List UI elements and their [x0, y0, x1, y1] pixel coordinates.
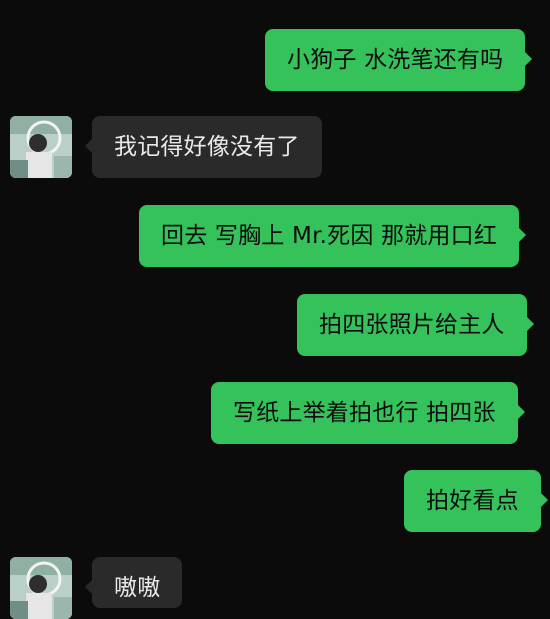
- message-text: 我记得好像没有了: [114, 134, 300, 160]
- chat-message-list[interactable]: 小狗子 水洗笔还有吗 我记得好像没有了 回去 写胸上 Mr.死因 那就用口红 拍…: [0, 0, 550, 619]
- incoming-message-bubble[interactable]: 嗷嗷: [84, 557, 183, 608]
- outgoing-message-bubble[interactable]: 回去 写胸上 Mr.死因 那就用口红: [139, 205, 527, 267]
- avatar-photo-icon: [10, 557, 72, 619]
- contact-avatar[interactable]: [10, 557, 72, 619]
- message-text: 拍四张照片给主人: [319, 312, 505, 338]
- message-text: 写纸上举着拍也行 拍四张: [233, 400, 496, 426]
- message-text: 回去 写胸上 Mr.死因 那就用口红: [161, 223, 498, 249]
- outgoing-message-bubble[interactable]: 写纸上举着拍也行 拍四张: [211, 382, 525, 444]
- message-text: 嗷嗷: [114, 575, 161, 601]
- message-text: 拍好看点: [426, 488, 519, 514]
- outgoing-message-bubble[interactable]: 小狗子 水洗笔还有吗: [265, 29, 533, 91]
- contact-avatar[interactable]: [10, 116, 72, 178]
- avatar-photo-icon: [10, 116, 72, 178]
- incoming-message-bubble[interactable]: 我记得好像没有了: [85, 116, 322, 178]
- message-text: 小狗子 水洗笔还有吗: [287, 47, 504, 73]
- outgoing-message-bubble[interactable]: 拍好看点: [404, 470, 548, 532]
- outgoing-message-bubble[interactable]: 拍四张照片给主人: [297, 294, 534, 356]
